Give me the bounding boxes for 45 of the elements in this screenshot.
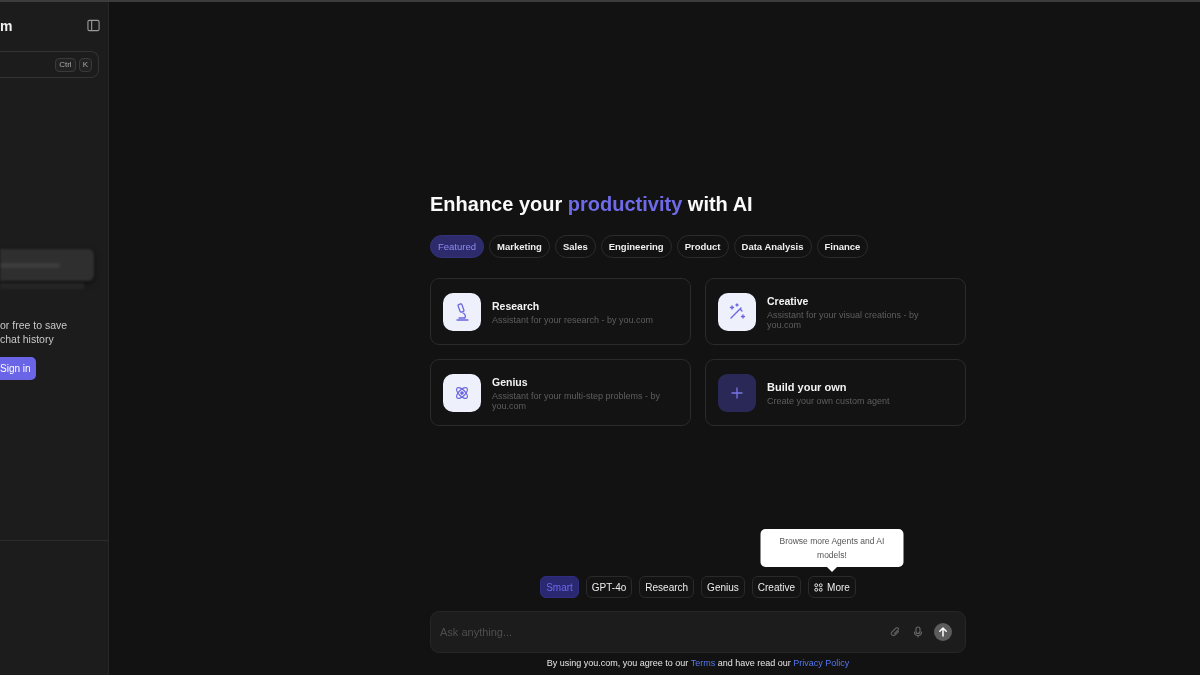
sign-in-button[interactable]: Sign in [0, 357, 36, 380]
agent-card[interactable]: Creative Assistant for your visual creations - by you.com [705, 278, 966, 345]
page-heading: Enhance your productivity with AI [430, 192, 753, 216]
model-chip[interactable]: Research [639, 576, 695, 598]
brand-name: m [0, 17, 13, 34]
agent-description: Assistant for your visual creations - by you.com [767, 309, 920, 330]
search-field[interactable]: Ctrl K [0, 51, 99, 78]
shortcut-key: K [78, 57, 92, 72]
category-tab[interactable]: Marketing [489, 235, 550, 258]
agent-title: Creative [767, 293, 810, 308]
model-chip[interactable]: Creative [751, 576, 802, 598]
category-tab[interactable]: Engineering [600, 235, 672, 258]
category-tab[interactable]: Data Analysis [733, 235, 812, 258]
category-tab[interactable]: Featured [430, 235, 485, 258]
shortcut-key: Ctrl [55, 57, 76, 72]
category-tab[interactable]: Finance [816, 235, 869, 258]
legal-notice: By using you.com, you agree to our Terms and have read our Privacy Policy [545, 657, 851, 669]
grid-icon [814, 582, 824, 592]
category-tab[interactable]: Product [676, 235, 729, 258]
agent-title: Genius [492, 374, 529, 389]
category-tab[interactable]: Sales [554, 235, 596, 258]
model-chip[interactable]: GPT-4o [585, 576, 633, 598]
sidebar-toggle-icon[interactable] [87, 19, 100, 32]
legal-link[interactable]: Terms [690, 658, 716, 668]
agent-title: Build your own [767, 379, 848, 394]
agent-description: Create your own custom agent [767, 395, 890, 406]
plus-icon [718, 373, 756, 412]
send-icon[interactable] [934, 623, 952, 641]
signup-message: or free to save chat history [0, 318, 68, 346]
model-chip[interactable]: Genius [701, 576, 745, 598]
agent-card[interactable]: Build your own Create your own custom agent [705, 359, 966, 426]
agent-description: Assistant for your multi-step problems - by you.com [492, 390, 662, 411]
magic-wand-icon [718, 292, 756, 331]
microscope-icon [443, 292, 481, 331]
tooltip: Browse more Agents and AI models! [760, 529, 904, 567]
tooltip-pointer-icon [826, 567, 837, 572]
legal-link[interactable]: Privacy Policy [793, 658, 850, 668]
agent-card[interactable]: Research Assistant for your research - by you.com [430, 278, 691, 345]
agent-title: Research [492, 298, 541, 313]
agent-card[interactable]: Genius Assistant for your multi-step problems - by you.com [430, 359, 691, 426]
model-chip[interactable]: More [808, 576, 856, 598]
atom-icon [443, 373, 481, 412]
agent-description: Assistant for your research - by you.com [492, 314, 654, 325]
paperclip-icon[interactable] [890, 626, 902, 638]
microphone-icon[interactable] [912, 626, 924, 638]
